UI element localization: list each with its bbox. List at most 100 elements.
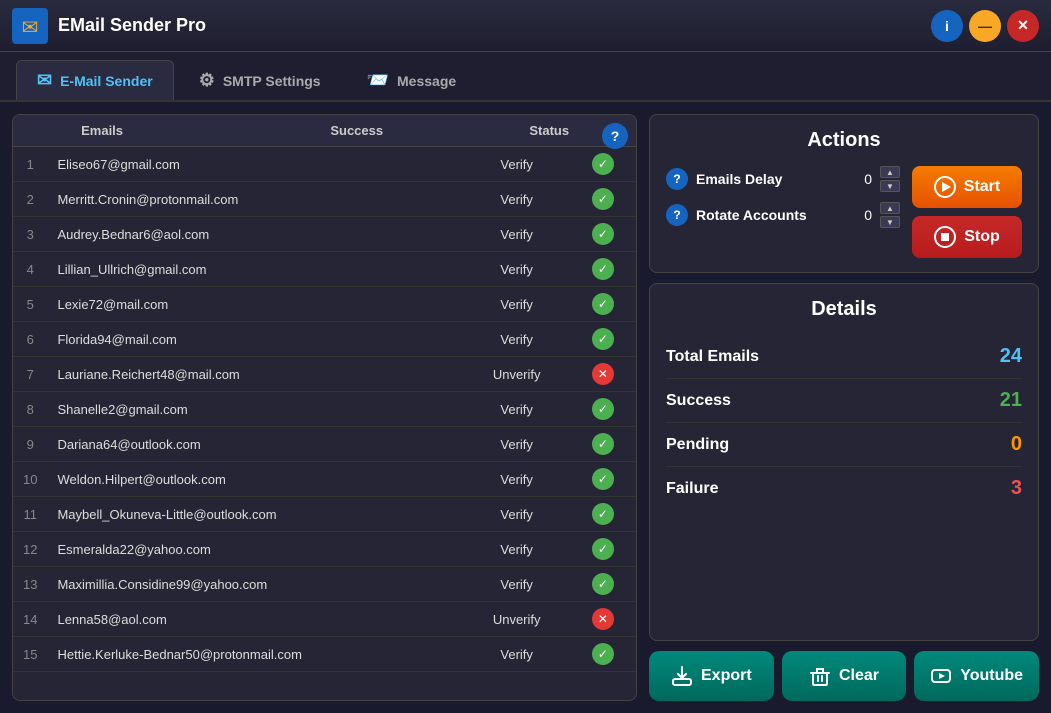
tab-bar: ✉ E-Mail Sender ⚙ SMTP Settings 📨 Messag… xyxy=(0,52,1051,102)
cross-icon: ✕ xyxy=(592,608,614,630)
actions-section: Actions ? Emails Delay 0 ▲ ▼ ? Rotate xyxy=(649,114,1039,273)
col-header-emails: Emails xyxy=(71,115,251,147)
table-row: 2Merritt.Cronin@protonmail.comVerify✓ xyxy=(13,182,636,217)
row-email: Lillian_Ullrich@gmail.com xyxy=(47,252,463,287)
row-status: ✓ xyxy=(570,427,636,462)
row-email: Lauriane.Reichert48@mail.com xyxy=(47,357,463,392)
clear-button[interactable]: Clear xyxy=(782,651,907,701)
stop-button[interactable]: Stop xyxy=(912,216,1022,258)
table-row: 12Esmeralda22@yahoo.comVerify ✓ xyxy=(13,532,636,567)
row-email: Esmeralda22@yahoo.com xyxy=(47,532,463,567)
tab-smtp-settings[interactable]: ⚙ SMTP Settings xyxy=(178,60,342,100)
row-status: ✓ xyxy=(570,567,636,602)
close-button[interactable]: ✕ xyxy=(1007,10,1039,42)
pending-value: 0 xyxy=(1011,433,1022,456)
row-status: ✓ xyxy=(570,322,636,357)
row-status: ✓ xyxy=(570,462,636,497)
check-icon: ✓ xyxy=(592,538,614,560)
tab-smtp-settings-label: SMTP Settings xyxy=(223,73,321,89)
youtube-icon xyxy=(930,665,952,687)
clear-icon xyxy=(809,665,831,687)
row-status: ✓ xyxy=(570,497,636,532)
row-number: 13 xyxy=(13,567,47,602)
row-number: 14 xyxy=(13,602,47,637)
rotate-accounts-label: Rotate Accounts xyxy=(696,207,824,223)
table-row: 14Lenna58@aol.comUnverify✕ xyxy=(13,602,636,637)
row-success: Verify xyxy=(463,427,569,462)
rotate-accounts-row: ? Rotate Accounts 0 ▲ ▼ xyxy=(666,202,900,228)
row-number: 8 xyxy=(13,392,47,427)
row-status: ✓ xyxy=(570,637,636,672)
table-row: 7Lauriane.Reichert48@mail.comUnverify✕ xyxy=(13,357,636,392)
start-button[interactable]: Start xyxy=(912,166,1022,208)
app-title: EMail Sender Pro xyxy=(58,15,931,36)
rotate-accounts-help[interactable]: ? xyxy=(666,204,688,226)
export-icon xyxy=(671,665,693,687)
clear-label: Clear xyxy=(839,667,879,685)
actions-title: Actions xyxy=(666,129,1022,152)
row-success: Verify xyxy=(463,182,569,217)
row-status: ✓ xyxy=(570,252,636,287)
success-label: Success xyxy=(666,392,731,410)
row-number: 4 xyxy=(13,252,47,287)
emails-delay-up[interactable]: ▲ xyxy=(880,166,900,178)
row-number: 12 xyxy=(13,532,47,567)
row-success: Verify xyxy=(463,252,569,287)
table-row: 15Hettie.Kerluke-Bednar50@protonmail.com… xyxy=(13,637,636,672)
email-table: Emails Success Status xyxy=(13,115,636,147)
controls-left: ? Emails Delay 0 ▲ ▼ ? Rotate Accounts 0 xyxy=(666,166,900,258)
table-row: 1Eliseo67@gmail.comVerify✓ xyxy=(13,147,636,182)
minimize-button[interactable]: — xyxy=(969,10,1001,42)
failure-label: Failure xyxy=(666,480,718,498)
failure-value: 3 xyxy=(1011,477,1022,500)
email-table-body: 1Eliseo67@gmail.comVerify✓2Merritt.Croni… xyxy=(13,147,636,672)
row-success: Verify xyxy=(463,637,569,672)
help-button[interactable]: ? xyxy=(602,123,628,149)
row-status: ✓ xyxy=(570,182,636,217)
col-header-num xyxy=(13,115,71,147)
tab-message[interactable]: 📨 Message xyxy=(346,60,478,100)
emails-delay-row: ? Emails Delay 0 ▲ ▼ xyxy=(666,166,900,192)
info-button[interactable]: i xyxy=(931,10,963,42)
youtube-button[interactable]: Youtube xyxy=(914,651,1039,701)
row-email: Weldon.Hilpert@outlook.com xyxy=(47,462,463,497)
row-email: Maximillia.Considine99@yahoo.com xyxy=(47,567,463,602)
window-controls: i — ✕ xyxy=(931,10,1039,42)
email-table-scroll[interactable]: 1Eliseo67@gmail.comVerify✓2Merritt.Croni… xyxy=(13,147,636,700)
col-header-success: Success xyxy=(251,115,462,147)
table-row: 8Shanelle2@gmail.comVerify✓ xyxy=(13,392,636,427)
table-row: 11Maybell_Okuneva-Little@outlook.comVeri… xyxy=(13,497,636,532)
check-icon: ✓ xyxy=(592,258,614,280)
row-number: 3 xyxy=(13,217,47,252)
email-sender-icon: ✉ xyxy=(37,70,52,91)
check-icon: ✓ xyxy=(592,223,614,245)
check-icon: ✓ xyxy=(592,153,614,175)
table-row: 10Weldon.Hilpert@outlook.comVerify✓ xyxy=(13,462,636,497)
rotate-accounts-down[interactable]: ▼ xyxy=(880,216,900,228)
row-status: ✓ xyxy=(570,287,636,322)
export-label: Export xyxy=(701,667,752,685)
check-icon: ✓ xyxy=(592,503,614,525)
row-success: Verify xyxy=(463,392,569,427)
row-status: ✕ xyxy=(570,357,636,392)
total-emails-label: Total Emails xyxy=(666,348,759,366)
row-number: 5 xyxy=(13,287,47,322)
rotate-accounts-spinner[interactable]: ▲ ▼ xyxy=(880,202,900,228)
row-email: Dariana64@outlook.com xyxy=(47,427,463,462)
cross-icon: ✕ xyxy=(592,363,614,385)
table-row: 6Florida94@mail.comVerify✓ xyxy=(13,322,636,357)
emails-delay-down[interactable]: ▼ xyxy=(880,180,900,192)
tab-email-sender[interactable]: ✉ E-Mail Sender xyxy=(16,60,174,100)
svg-text:✉: ✉ xyxy=(22,17,39,39)
rotate-accounts-up[interactable]: ▲ xyxy=(880,202,900,214)
check-icon: ✓ xyxy=(592,328,614,350)
row-number: 10 xyxy=(13,462,47,497)
emails-delay-help[interactable]: ? xyxy=(666,168,688,190)
emails-delay-value: 0 xyxy=(832,171,872,187)
export-button[interactable]: Export xyxy=(649,651,774,701)
pending-label: Pending xyxy=(666,436,729,454)
total-emails-row: Total Emails 24 xyxy=(666,335,1022,379)
row-success: Verify xyxy=(463,532,569,567)
check-icon: ✓ xyxy=(592,188,614,210)
emails-delay-spinner[interactable]: ▲ ▼ xyxy=(880,166,900,192)
